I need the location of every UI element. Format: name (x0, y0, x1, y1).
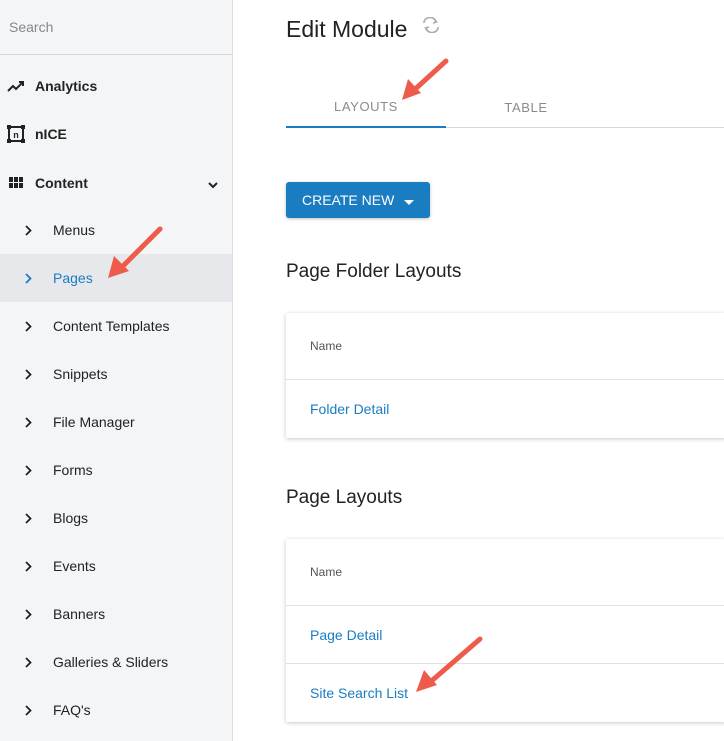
sidebar-item-label: Events (53, 558, 96, 574)
sidebar-item-faq-s[interactable]: FAQ's (0, 686, 232, 734)
tab-layouts[interactable]: LAYOUTS (286, 86, 446, 128)
chevron-right-icon (0, 224, 53, 236)
sidebar-item-blogs[interactable]: Blogs (0, 494, 232, 542)
sidebar-item-label: Analytics (35, 78, 98, 94)
chevron-right-icon (0, 608, 53, 620)
sidebar-item-label: FAQ's (53, 702, 91, 718)
page-title: Edit Module (286, 16, 408, 42)
section-heading-folder-layouts: Page Folder Layouts (286, 261, 462, 282)
sidebar-item-label: File Manager (53, 414, 135, 430)
sidebar: Search Analytics n nICE Content Menus Pag… (0, 0, 233, 741)
sidebar-item-label: Content Templates (53, 318, 170, 334)
sidebar-item-snippets[interactable]: Snippets (0, 350, 232, 398)
sidebar-item-label: Banners (53, 606, 106, 622)
sidebar-item-banners[interactable]: Banners (0, 590, 232, 638)
sidebar-item-analytics[interactable]: Analytics (0, 62, 232, 110)
chevron-right-icon (0, 368, 53, 380)
column-header-name: Name (286, 313, 724, 380)
table-row[interactable]: Site Search List (286, 664, 724, 722)
grid-icon (0, 177, 35, 189)
chevron-right-icon (0, 560, 53, 572)
sidebar-item-label: Snippets (53, 366, 108, 382)
chevron-right-icon (0, 704, 53, 716)
folder-layouts-table: Name Folder Detail (286, 313, 724, 438)
table-row[interactable]: Page Detail (286, 606, 724, 664)
tab-bar: LAYOUTS TABLE (286, 86, 724, 128)
sidebar-item-forms[interactable]: Forms (0, 446, 232, 494)
tab-table[interactable]: TABLE (446, 86, 606, 128)
dropdown-caret-icon (404, 193, 415, 209)
main-content: Edit Module LAYOUTS TABLE CREATE NEW Pag… (233, 0, 724, 741)
sidebar-item-nice[interactable]: n nICE (0, 110, 232, 158)
create-new-label: CREATE NEW (302, 192, 395, 208)
sidebar-item-label: Blogs (53, 510, 89, 526)
column-header-name: Name (286, 539, 724, 606)
sidebar-item-label: Menus (53, 222, 96, 238)
page-layouts-table: Name Page Detail Site Search List (286, 539, 724, 722)
sidebar-item-content-templates[interactable]: Content Templates (0, 302, 232, 350)
chevron-down-icon[interactable] (208, 176, 218, 192)
nice-logo-icon: n (0, 125, 35, 143)
chevron-right-icon (0, 656, 53, 668)
chevron-right-icon (0, 416, 53, 428)
chevron-right-icon (0, 272, 53, 284)
trending-up-icon (0, 80, 35, 92)
sidebar-item-events[interactable]: Events (0, 542, 232, 590)
section-heading-page-layouts: Page Layouts (286, 487, 403, 508)
sidebar-item-menus[interactable]: Menus (0, 206, 232, 254)
chevron-right-icon (0, 320, 53, 332)
sidebar-item-label: Pages (53, 270, 93, 286)
create-new-button[interactable]: CREATE NEW (286, 182, 430, 218)
sidebar-item-label: Content (35, 175, 88, 191)
sidebar-item-file-manager[interactable]: File Manager (0, 398, 232, 446)
sidebar-item-content[interactable]: Content (0, 159, 232, 207)
sidebar-item-label: Galleries & Sliders (53, 654, 169, 670)
search-input[interactable]: Search (0, 0, 232, 55)
chevron-right-icon (0, 512, 53, 524)
svg-text:n: n (13, 130, 19, 140)
table-row[interactable]: Folder Detail (286, 380, 724, 438)
sidebar-item-galleries-sliders[interactable]: Galleries & Sliders (0, 638, 232, 686)
sidebar-item-label: nICE (35, 126, 67, 142)
sidebar-item-label: Forms (53, 462, 93, 478)
sidebar-item-pages[interactable]: Pages (0, 254, 232, 302)
chevron-right-icon (0, 464, 53, 476)
sync-icon[interactable] (421, 16, 441, 38)
